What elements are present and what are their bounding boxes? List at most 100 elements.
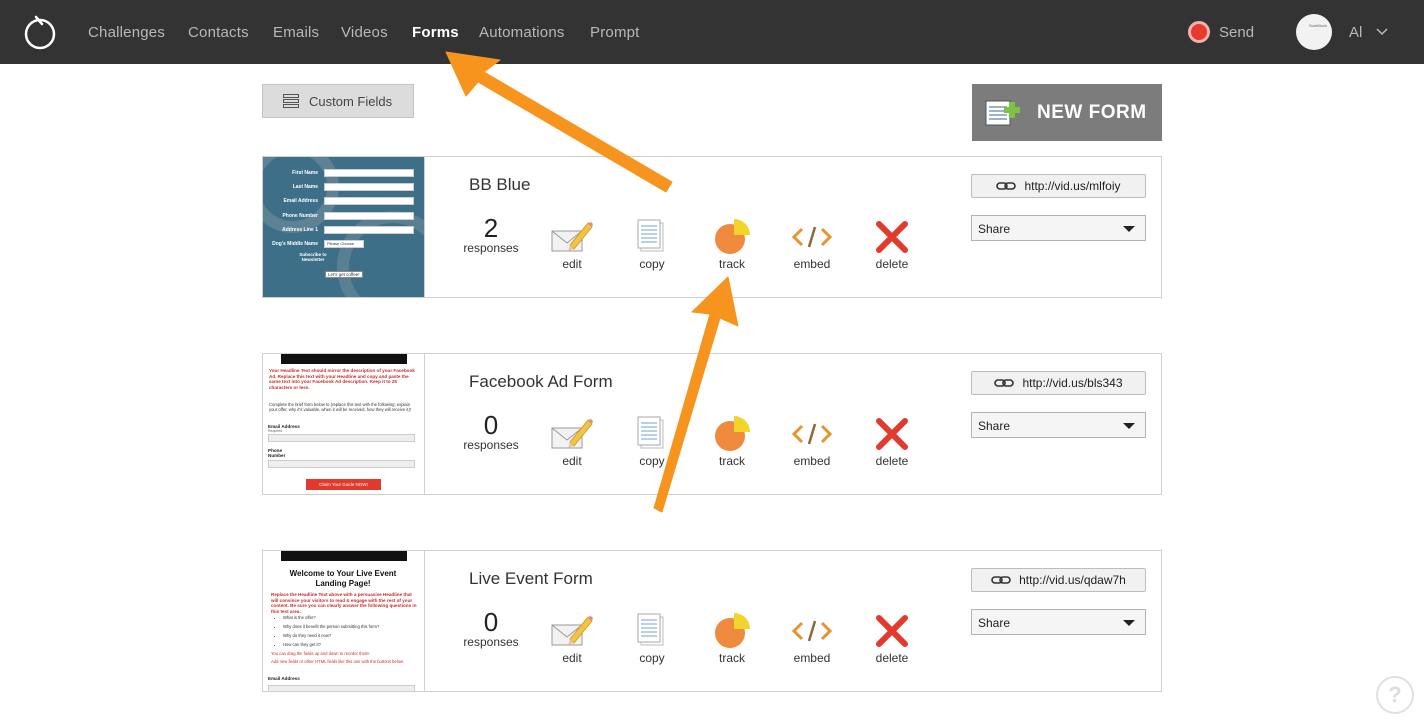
- new-form-label: NEW FORM: [1037, 101, 1147, 123]
- response-count: 0: [483, 410, 499, 440]
- form-link-button[interactable]: http://vid.us/bls343: [971, 371, 1146, 395]
- thumb-bullet: Why do they need it now?: [283, 633, 417, 638]
- edit-label: edit: [562, 257, 582, 271]
- avatar-text: SumBlock: [1309, 23, 1328, 28]
- help-button[interactable]: ?: [1376, 676, 1414, 714]
- custom-fields-label: Custom Fields: [309, 93, 393, 109]
- nav-item-forms[interactable]: Forms: [412, 24, 459, 41]
- share-dropdown[interactable]: Share: [971, 215, 1146, 241]
- thumb-headline: Your Headline Text should mirror the des…: [269, 368, 415, 390]
- chain-link-icon: [991, 576, 1011, 584]
- record-icon: [1188, 21, 1210, 43]
- form-link-url: http://vid.us/bls343: [1022, 376, 1123, 390]
- add-form-icon: [985, 100, 1020, 125]
- chain-link-icon: [996, 182, 1017, 190]
- responses-label: responses: [463, 241, 519, 255]
- share-selected-value: Share: [978, 419, 1011, 433]
- delete-action[interactable]: delete: [862, 219, 922, 271]
- track-action[interactable]: track: [702, 219, 762, 271]
- edit-action[interactable]: edit: [542, 613, 602, 665]
- form-link-url: http://vid.us/qdaw7h: [1019, 573, 1126, 587]
- copy-label: copy: [639, 651, 665, 665]
- thumb-body: Complete the brief form below to (replac…: [269, 402, 411, 412]
- help-question-icon: ?: [1388, 682, 1402, 707]
- thumb-field-label: Address Line 1: [282, 227, 318, 233]
- edit-action[interactable]: edit: [542, 219, 602, 271]
- thumb-bullet: What is the offer?: [283, 615, 417, 620]
- form-card: Welcome to Your Live Event Landing Page!…: [262, 550, 1162, 692]
- chain-link-icon: [994, 379, 1015, 387]
- pie-chart-icon: [715, 219, 750, 254]
- thumb-subscribe-label: Subscribe to Newsletter: [299, 252, 327, 262]
- embed-action[interactable]: embed: [782, 613, 842, 665]
- copy-label: copy: [639, 257, 665, 271]
- custom-fields-button[interactable]: Custom Fields: [262, 84, 414, 118]
- envelope-pencil-icon: [551, 222, 593, 252]
- send-button[interactable]: Send: [1188, 20, 1254, 44]
- form-title[interactable]: Live Event Form: [469, 569, 593, 589]
- edit-action[interactable]: edit: [542, 416, 602, 468]
- nav-item-automations[interactable]: Automations: [479, 24, 565, 41]
- app-logo-icon[interactable]: [22, 14, 58, 50]
- share-dropdown[interactable]: Share: [971, 412, 1146, 438]
- track-label: track: [718, 454, 745, 468]
- chevron-down-icon: [1376, 28, 1388, 36]
- nav-item-videos[interactable]: Videos: [341, 24, 388, 41]
- pie-chart-icon: [715, 613, 750, 648]
- user-menu[interactable]: Al: [1349, 22, 1388, 42]
- delete-label: delete: [875, 257, 909, 271]
- embed-label: embed: [793, 651, 831, 665]
- copy-action[interactable]: copy: [622, 613, 682, 665]
- delete-label: delete: [875, 651, 909, 665]
- form-thumbnail[interactable]: First Name Last Name Email Address Phone…: [263, 157, 425, 297]
- document-copy-icon: [637, 613, 664, 646]
- document-copy-icon: [637, 416, 664, 449]
- thumb-field-label: First Name: [292, 170, 318, 176]
- nav-item-contacts[interactable]: Contacts: [188, 24, 249, 41]
- avatar[interactable]: SumBlock: [1296, 14, 1332, 50]
- copy-action[interactable]: copy: [622, 416, 682, 468]
- thumb-submit-button: Let's get coffee!: [325, 271, 363, 278]
- form-title[interactable]: Facebook Ad Form: [469, 372, 613, 392]
- track-label: track: [718, 651, 745, 665]
- thumb-intro: Replace the Headline Text above with a p…: [271, 592, 417, 614]
- responses-label: responses: [463, 635, 519, 649]
- form-link-button[interactable]: http://vid.us/qdaw7h: [971, 568, 1146, 592]
- share-selected-value: Share: [978, 222, 1011, 236]
- thumb-field-label: Phone Number: [282, 213, 318, 219]
- code-brackets-icon: [791, 423, 833, 445]
- embed-label: embed: [793, 454, 831, 468]
- form-thumbnail[interactable]: Welcome to Your Live Event Landing Page!…: [263, 551, 425, 691]
- thumb-phone-label: Phone Number: [268, 448, 286, 458]
- thumb-field-label: Last Name: [292, 184, 318, 190]
- thumb-select: Please Choose: [324, 240, 364, 248]
- code-brackets-icon: [791, 226, 833, 248]
- caret-down-icon: [1123, 226, 1135, 232]
- delete-action[interactable]: delete: [862, 613, 922, 665]
- form-title[interactable]: BB Blue: [469, 175, 530, 195]
- nav-item-challenges[interactable]: Challenges: [88, 24, 165, 41]
- copy-label: copy: [639, 454, 665, 468]
- user-name: Al: [1349, 23, 1363, 41]
- pie-chart-icon: [715, 416, 750, 451]
- responses-label: responses: [463, 438, 519, 452]
- share-dropdown[interactable]: Share: [971, 609, 1146, 635]
- embed-label: embed: [793, 257, 831, 271]
- form-thumbnail[interactable]: Your Headline Text should mirror the des…: [263, 354, 425, 494]
- red-x-icon: [876, 615, 908, 647]
- delete-label: delete: [875, 454, 909, 468]
- track-action[interactable]: track: [702, 416, 762, 468]
- list-icon: [283, 94, 299, 108]
- copy-action[interactable]: copy: [622, 219, 682, 271]
- embed-action[interactable]: embed: [782, 219, 842, 271]
- thumb-email-label: Email Address: [268, 676, 300, 681]
- form-link-button[interactable]: http://vid.us/mlfoiy: [971, 174, 1146, 198]
- nav-item-emails[interactable]: Emails: [273, 24, 319, 41]
- embed-action[interactable]: embed: [782, 416, 842, 468]
- edit-label: edit: [562, 454, 582, 468]
- nav-item-prompt[interactable]: Prompt: [590, 24, 640, 41]
- track-action[interactable]: track: [702, 613, 762, 665]
- delete-action[interactable]: delete: [862, 416, 922, 468]
- thumb-cta-button: Claim Your Guide NOW!: [306, 479, 381, 490]
- new-form-button[interactable]: NEW FORM: [972, 84, 1162, 141]
